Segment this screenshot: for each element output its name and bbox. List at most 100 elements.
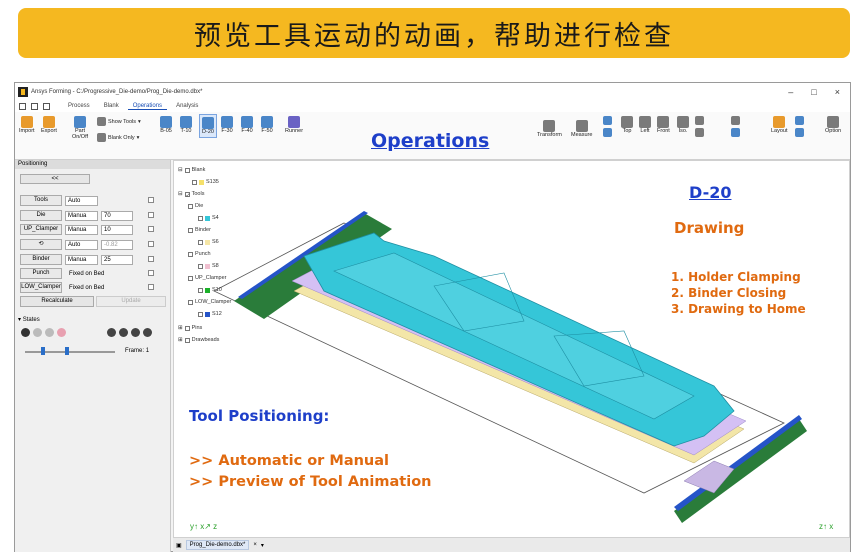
punch-checkbox[interactable] bbox=[148, 270, 154, 276]
shading-icon bbox=[695, 116, 704, 125]
up-clamper-button[interactable]: UP_Clamper bbox=[20, 224, 62, 235]
tools-mode-select[interactable]: Auto bbox=[65, 195, 98, 206]
low-clamper-checkbox[interactable] bbox=[148, 284, 154, 290]
import-button[interactable]: Import bbox=[19, 116, 35, 134]
op-f30-button[interactable]: F-30 bbox=[221, 116, 233, 134]
rotation-mode-select[interactable]: Auto bbox=[65, 239, 98, 250]
view-left-button[interactable]: Left bbox=[639, 116, 651, 134]
layout-button[interactable]: Layout bbox=[771, 116, 788, 134]
app-window: Ansys Forming - C:/Progressive_Die-demo/… bbox=[14, 82, 851, 552]
binder-mode-select[interactable]: Manua bbox=[65, 254, 98, 265]
export-button[interactable]: Export bbox=[41, 116, 57, 134]
op-b05-button[interactable]: B-05 bbox=[160, 116, 172, 134]
back-button[interactable]: << bbox=[20, 174, 90, 184]
tab-process[interactable]: Process bbox=[63, 103, 95, 109]
low-clamper-button[interactable]: LOW_Clamper bbox=[20, 282, 62, 293]
tab-blank[interactable]: Blank bbox=[99, 103, 124, 109]
binder-value-input[interactable]: 25 bbox=[101, 254, 133, 265]
rotation-button[interactable]: ⟲ bbox=[20, 239, 62, 250]
new-file-icon[interactable] bbox=[19, 102, 26, 110]
maximize-button[interactable]: □ bbox=[811, 87, 816, 97]
binder-checkbox[interactable] bbox=[148, 256, 154, 262]
tree-item-s12[interactable]: S12 bbox=[198, 311, 222, 317]
up-clamper-mode-select[interactable]: Manua bbox=[65, 224, 98, 235]
recalculate-button[interactable]: Recalculate bbox=[20, 296, 94, 307]
show-tools-dropdown[interactable]: Show Tools ▾ bbox=[97, 117, 141, 126]
update-button[interactable]: Update bbox=[96, 296, 166, 307]
eye-icon bbox=[97, 133, 106, 142]
minimize-button[interactable]: – bbox=[788, 87, 793, 97]
prev-frame-icon[interactable] bbox=[119, 328, 128, 337]
rotation-checkbox[interactable] bbox=[148, 241, 154, 247]
frame-slider-track[interactable] bbox=[25, 351, 115, 353]
option-button[interactable]: Option bbox=[825, 116, 841, 134]
state-icon[interactable] bbox=[45, 328, 54, 337]
binder-button[interactable]: Binder bbox=[20, 254, 62, 265]
document-tab[interactable]: Prog_Die-demo.dbx* bbox=[185, 540, 250, 550]
tree-item-punch[interactable]: Punch bbox=[188, 251, 211, 257]
state-icon[interactable] bbox=[57, 328, 66, 337]
up-clamper-checkbox[interactable] bbox=[148, 226, 154, 232]
open-file-icon[interactable] bbox=[31, 102, 38, 110]
last-frame-icon[interactable] bbox=[143, 328, 152, 337]
tree-item-drawbeads[interactable]: ⊞ Drawbeads bbox=[178, 337, 219, 343]
rotation-value-input[interactable]: -0.82 bbox=[101, 239, 133, 250]
view-select-button[interactable] bbox=[603, 116, 612, 137]
state-icon[interactable] bbox=[33, 328, 42, 337]
tree-item-up-clamper[interactable]: UP_Clamper bbox=[188, 275, 226, 281]
tree-item-blank[interactable]: ⊟ Blank bbox=[178, 167, 205, 173]
ribbon: Import Export Part On/Off Show Tools ▾ Bl… bbox=[15, 112, 850, 160]
op-t10-button[interactable]: T-10 bbox=[180, 116, 192, 134]
export-icon bbox=[42, 116, 55, 128]
close-tab-button[interactable]: × bbox=[253, 542, 257, 548]
row-binder: Binder Manua 25 bbox=[20, 254, 133, 265]
tab-operations[interactable]: Operations bbox=[127, 103, 168, 110]
die-mode-select[interactable]: Manua bbox=[65, 210, 98, 221]
up-clamper-value-input[interactable]: 10 bbox=[101, 224, 133, 235]
slider-current-handle[interactable] bbox=[65, 347, 69, 355]
tree-item-s6[interactable]: S6 bbox=[198, 239, 219, 245]
die-button[interactable]: Die bbox=[20, 210, 62, 221]
tools-button[interactable]: Tools bbox=[20, 195, 62, 206]
record-icon[interactable] bbox=[21, 328, 30, 337]
part-toggle-button[interactable]: Part On/Off bbox=[67, 116, 93, 140]
positioning-panel: Positioning << Tools Auto Die Manua 70 U… bbox=[15, 160, 171, 552]
view-top-button[interactable]: Top bbox=[621, 116, 633, 134]
op-f50-button[interactable]: F-50 bbox=[261, 116, 273, 134]
transform-button[interactable]: Transform bbox=[537, 120, 562, 138]
save-icon[interactable] bbox=[43, 102, 50, 110]
3d-viewport[interactable]: y↑ x↗ z z↑ x ⊟ Blank S135 ⊟ ✓ Tools Die S4 … bbox=[173, 160, 850, 538]
close-button[interactable]: × bbox=[835, 87, 840, 97]
die-checkbox[interactable] bbox=[148, 212, 154, 218]
play-icon[interactable] bbox=[131, 328, 140, 337]
measure-button[interactable]: Measure bbox=[571, 120, 592, 138]
op-f40-button[interactable]: F-40 bbox=[241, 116, 253, 134]
die-value-input[interactable]: 70 bbox=[101, 210, 133, 221]
tree-item-s135[interactable]: S135 bbox=[192, 179, 219, 185]
render-style-button[interactable] bbox=[731, 116, 740, 137]
blank-only-dropdown[interactable]: Blank Only ▾ bbox=[97, 133, 139, 142]
op-d20-button[interactable]: D-20 bbox=[199, 114, 217, 138]
part-icon bbox=[74, 116, 86, 128]
first-frame-icon[interactable] bbox=[107, 328, 116, 337]
display-mode-button[interactable] bbox=[695, 116, 704, 137]
home-icon[interactable]: ▣ bbox=[176, 542, 182, 549]
tab-dropdown-icon[interactable]: ▾ bbox=[261, 542, 264, 549]
tree-item-binder[interactable]: Binder bbox=[188, 227, 211, 233]
view-front-button[interactable]: Front bbox=[657, 116, 670, 134]
window-tiles-button[interactable] bbox=[795, 116, 804, 137]
tree-item-s10[interactable]: S10 bbox=[198, 287, 222, 293]
tree-item-pins[interactable]: ⊞ Pins bbox=[178, 325, 202, 331]
runner-button[interactable]: Runner bbox=[285, 116, 303, 134]
tree-item-die[interactable]: Die bbox=[188, 203, 203, 209]
tools-checkbox[interactable] bbox=[148, 197, 154, 203]
slider-start-handle[interactable] bbox=[41, 347, 45, 355]
tiles-icon bbox=[795, 128, 804, 137]
tab-analysis[interactable]: Analysis bbox=[171, 103, 203, 109]
tree-item-s8[interactable]: S8 bbox=[198, 263, 219, 269]
tree-item-s4[interactable]: S4 bbox=[198, 215, 219, 221]
punch-button[interactable]: Punch bbox=[20, 268, 62, 279]
tree-item-low-clamper[interactable]: LOW_Clamper bbox=[188, 299, 231, 305]
view-iso-button[interactable]: Iso. bbox=[677, 116, 689, 134]
tree-item-tools[interactable]: ⊟ ✓ Tools bbox=[178, 191, 204, 199]
